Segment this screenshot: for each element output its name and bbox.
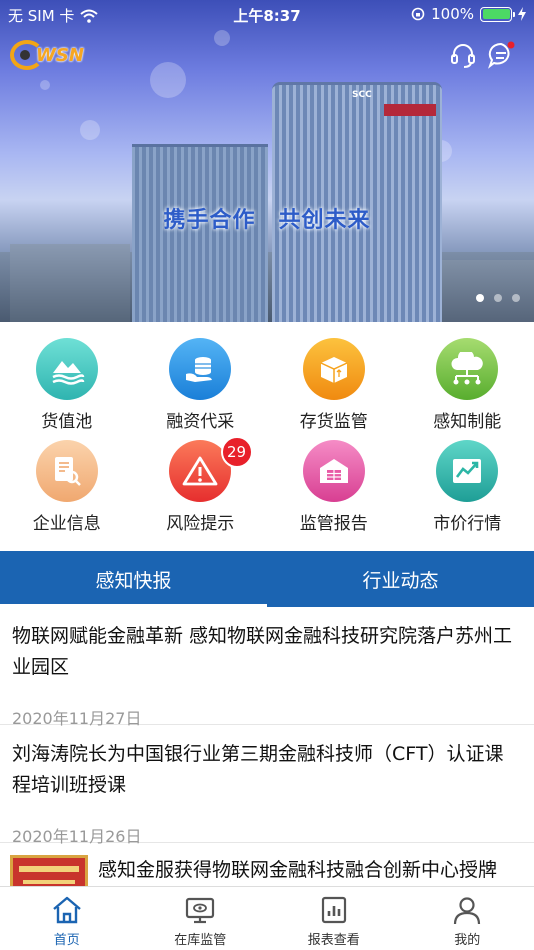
grid-item-label: 监管报告 bbox=[299, 514, 368, 534]
grid-item-label: 融资代采 bbox=[166, 412, 235, 432]
monitor-icon bbox=[186, 897, 215, 924]
grid-item-perception[interactable]: 感知制能 bbox=[401, 338, 534, 440]
notification-dot bbox=[507, 41, 515, 49]
carousel-dot[interactable] bbox=[494, 294, 502, 302]
news-item[interactable]: 物联网赋能金融革新 感知物联网金融科技研究院落户苏州工业园区 2020年11月2… bbox=[0, 607, 534, 728]
logo-mark-icon bbox=[10, 40, 44, 70]
trend-chart-icon bbox=[436, 440, 499, 502]
coin-stack-icon bbox=[169, 338, 232, 400]
grid-item-inventory-supervision[interactable]: 存货监管 bbox=[267, 338, 401, 440]
nav-label: 首页 bbox=[53, 933, 80, 948]
app-logo: WSN bbox=[10, 40, 84, 70]
news-list: 物联网赋能金融革新 感知物联网金融科技研究院落户苏州工业园区 2020年11月2… bbox=[0, 607, 534, 903]
nav-item-mine[interactable]: 我的 bbox=[401, 887, 534, 950]
grid-item-label: 货值池 bbox=[41, 412, 93, 432]
carousel-indicator bbox=[476, 294, 520, 302]
news-tabs: 感知快报 行业动态 bbox=[0, 551, 534, 607]
banner-slogan: 携手合作 共创未来 bbox=[163, 208, 371, 233]
headset-icon[interactable] bbox=[448, 40, 478, 70]
carousel-dot[interactable] bbox=[512, 294, 520, 302]
bokeh-light bbox=[214, 30, 230, 46]
news-title: 刘海涛院长为中国银行业第三期金融科技师（CFT）认证课程培训班授课 bbox=[12, 743, 504, 796]
grid-item-label: 风险提示 bbox=[166, 514, 235, 534]
grid-item-label: 存货监管 bbox=[299, 412, 368, 432]
cloud-network-icon bbox=[436, 338, 499, 400]
charging-icon bbox=[518, 7, 526, 21]
building-sign: SCC bbox=[352, 90, 372, 100]
nav-item-home[interactable]: 首页 bbox=[0, 887, 134, 950]
landscape-icon bbox=[35, 338, 98, 400]
warehouse-icon bbox=[302, 440, 365, 502]
person-icon bbox=[454, 897, 481, 925]
city-building bbox=[10, 244, 130, 322]
grid-item-company-info[interactable]: 企业信息 bbox=[0, 440, 134, 542]
status-bar: 无 SIM 卡 上午8:37 100% bbox=[0, 0, 534, 28]
battery-icon bbox=[480, 6, 515, 22]
bokeh-light bbox=[80, 120, 100, 140]
message-icon[interactable] bbox=[486, 40, 516, 70]
document-search-icon bbox=[35, 440, 98, 502]
nav-item-reports[interactable]: 报表查看 bbox=[267, 887, 401, 950]
battery-percent: 100% bbox=[431, 5, 474, 23]
function-grid: 货值池 融资代采 存货监管 感知制能 企业信息 29 风险提示 监管报告 市价行… bbox=[0, 322, 534, 550]
nav-label: 报表查看 bbox=[307, 933, 360, 948]
nav-label: 在库监管 bbox=[174, 933, 227, 948]
news-item[interactable]: 刘海涛院长为中国银行业第三期金融科技师（CFT）认证课程培训班授课 2020年1… bbox=[0, 725, 534, 846]
news-title: 物联网赋能金融革新 感知物联网金融科技研究院落户苏州工业园区 bbox=[12, 625, 513, 678]
grid-item-label: 市价行情 bbox=[433, 514, 502, 534]
grid-item-financing-purchase[interactable]: 融资代采 bbox=[134, 338, 268, 440]
box-icon bbox=[302, 338, 365, 400]
risk-count-badge: 29 bbox=[220, 436, 253, 468]
grid-item-market-price[interactable]: 市价行情 bbox=[401, 440, 534, 542]
city-building bbox=[440, 260, 534, 322]
grid-item-label: 感知制能 bbox=[433, 412, 502, 432]
report-icon bbox=[321, 896, 346, 924]
carousel-dot[interactable] bbox=[476, 294, 484, 302]
grid-item-supervision-report[interactable]: 监管报告 bbox=[267, 440, 401, 542]
tab-industry-news[interactable]: 行业动态 bbox=[267, 551, 534, 607]
bokeh-light bbox=[40, 80, 50, 90]
grid-item-label: 企业信息 bbox=[32, 514, 101, 534]
nav-item-warehouse-monitor[interactable]: 在库监管 bbox=[134, 887, 268, 950]
bottom-nav: 首页 在库监管 报表查看 我的 bbox=[0, 886, 534, 950]
nav-label: 我的 bbox=[454, 933, 481, 948]
building-sign-panel bbox=[384, 104, 436, 116]
home-icon bbox=[52, 896, 81, 924]
bokeh-light bbox=[150, 62, 186, 98]
grid-item-risk-alert[interactable]: 29 风险提示 bbox=[134, 436, 268, 542]
tab-perception-news[interactable]: 感知快报 bbox=[0, 551, 267, 607]
grid-item-value-pool[interactable]: 货值池 bbox=[0, 338, 134, 440]
orientation-lock-icon bbox=[411, 7, 425, 21]
